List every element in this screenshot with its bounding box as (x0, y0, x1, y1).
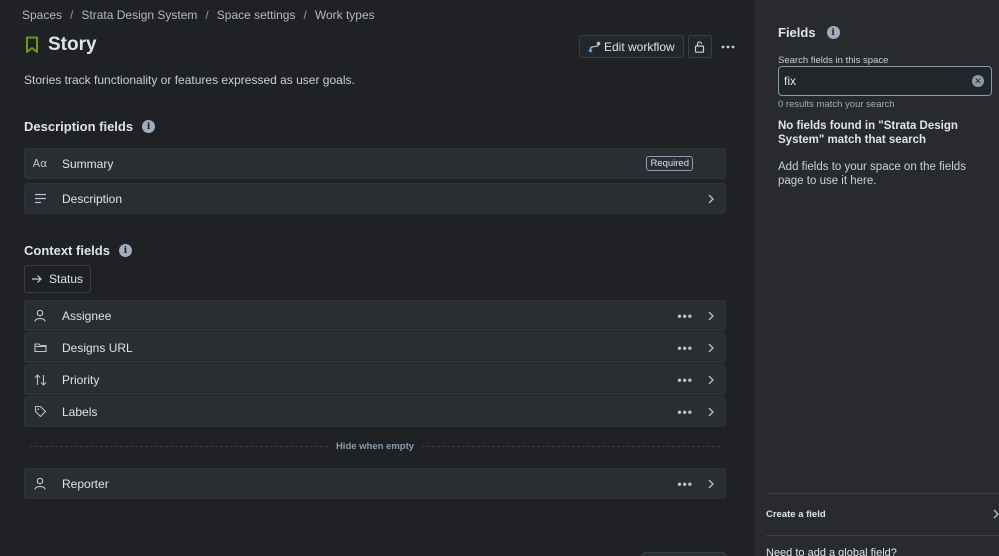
field-row-reporter[interactable]: Reporter ••• (24, 468, 726, 499)
chevron-right-icon[interactable] (992, 509, 999, 519)
chevron-right-icon[interactable] (707, 311, 715, 321)
lines-icon (33, 192, 47, 206)
status-label: Status (49, 272, 84, 286)
more-options-button[interactable] (718, 36, 738, 58)
more-icon[interactable]: ••• (677, 405, 693, 419)
search-label: Search fields in this space (778, 55, 889, 66)
breadcrumb-separator: / (70, 8, 74, 22)
more-icon[interactable]: ••• (677, 477, 693, 491)
breadcrumb-space[interactable]: Strata Design System (81, 8, 197, 22)
field-row-summary[interactable]: Aα Summary Required (24, 148, 726, 179)
field-row-labels[interactable]: Labels ••• (24, 396, 726, 427)
description-fields-heading: Description fields i (24, 119, 156, 134)
status-field-chip[interactable]: Status (24, 265, 91, 293)
create-field-link[interactable]: Create a field (766, 509, 826, 520)
chevron-right-icon[interactable] (707, 343, 715, 353)
person-icon (33, 309, 47, 323)
field-row-description[interactable]: Description (24, 183, 726, 214)
title-row: Story (24, 34, 97, 56)
section-title: Description fields (24, 119, 134, 134)
chevron-right-icon[interactable] (707, 479, 715, 489)
search-field[interactable]: ✕ (778, 66, 992, 96)
context-fields-heading: Context fields i (24, 243, 132, 258)
field-row-priority[interactable]: Priority ••• (24, 364, 726, 395)
footer-button[interactable] (642, 552, 726, 556)
toolbar: Edit workflow (579, 35, 738, 58)
edit-workflow-button[interactable]: Edit workflow (579, 35, 684, 58)
more-icon (721, 45, 735, 48)
breadcrumb-separator: / (303, 8, 307, 22)
info-icon[interactable]: i (118, 244, 132, 257)
more-icon[interactable]: ••• (677, 309, 693, 323)
info-icon[interactable]: i (142, 120, 156, 133)
field-label: Labels (62, 404, 98, 419)
breadcrumb: Spaces / Strata Design System / Space se… (22, 8, 375, 22)
folder-icon (33, 341, 47, 355)
field-row-assignee[interactable]: Assignee ••• (24, 300, 726, 331)
required-badge: Required (646, 156, 693, 171)
divider (766, 535, 999, 536)
person-icon (33, 477, 47, 491)
sidebar-heading: Fields i (778, 25, 840, 40)
info-icon[interactable]: i (826, 26, 840, 39)
chevron-right-icon[interactable] (707, 407, 715, 417)
search-input[interactable] (784, 74, 964, 88)
work-type-description: Stories track functionality or features … (24, 73, 355, 87)
breadcrumb-work-types[interactable]: Work types (315, 8, 375, 22)
global-field-prompt: Need to add a global field? (766, 547, 897, 556)
breadcrumb-spaces[interactable]: Spaces (22, 8, 62, 22)
page-title: Story (48, 34, 97, 55)
more-icon[interactable]: ••• (677, 341, 693, 355)
arrow-right-icon (32, 275, 42, 283)
breadcrumb-separator: / (205, 8, 209, 22)
clear-icon[interactable]: ✕ (972, 75, 984, 87)
sort-icon (33, 373, 47, 387)
workflow-icon (588, 41, 601, 52)
unlock-icon (695, 40, 705, 53)
field-row-designs-url[interactable]: Designs URL ••• (24, 332, 726, 363)
divider (766, 493, 999, 494)
add-fields-hint: Add fields to your space on the fields p… (778, 161, 966, 187)
no-fields-message: No fields found in "Strata Design System… (778, 120, 958, 146)
chevron-right-icon[interactable] (707, 375, 715, 385)
sidebar-title: Fields (778, 25, 816, 40)
edit-workflow-label: Edit workflow (604, 39, 675, 54)
bookmark-icon (26, 36, 38, 53)
divider-label: Hide when empty (335, 440, 415, 452)
hide-when-empty-divider: Hide when empty (30, 440, 720, 452)
field-label: Description (62, 191, 123, 206)
main-panel: Spaces / Strata Design System / Space se… (0, 0, 754, 556)
field-label: Reporter (62, 476, 109, 491)
text-icon: Aα (32, 157, 48, 170)
breadcrumb-space-settings[interactable]: Space settings (217, 8, 296, 22)
divider-line (422, 445, 720, 447)
lock-button[interactable] (687, 35, 712, 58)
chevron-right-icon[interactable] (707, 194, 715, 204)
section-title: Context fields (24, 243, 110, 258)
field-label: Designs URL (62, 340, 133, 355)
tag-icon (33, 405, 47, 419)
results-count: 0 results match your search (778, 99, 895, 110)
field-label: Summary (62, 156, 114, 171)
field-label: Priority (62, 372, 100, 387)
field-label: Assignee (62, 308, 112, 323)
more-icon[interactable]: ••• (677, 373, 693, 387)
divider-line (30, 445, 328, 447)
